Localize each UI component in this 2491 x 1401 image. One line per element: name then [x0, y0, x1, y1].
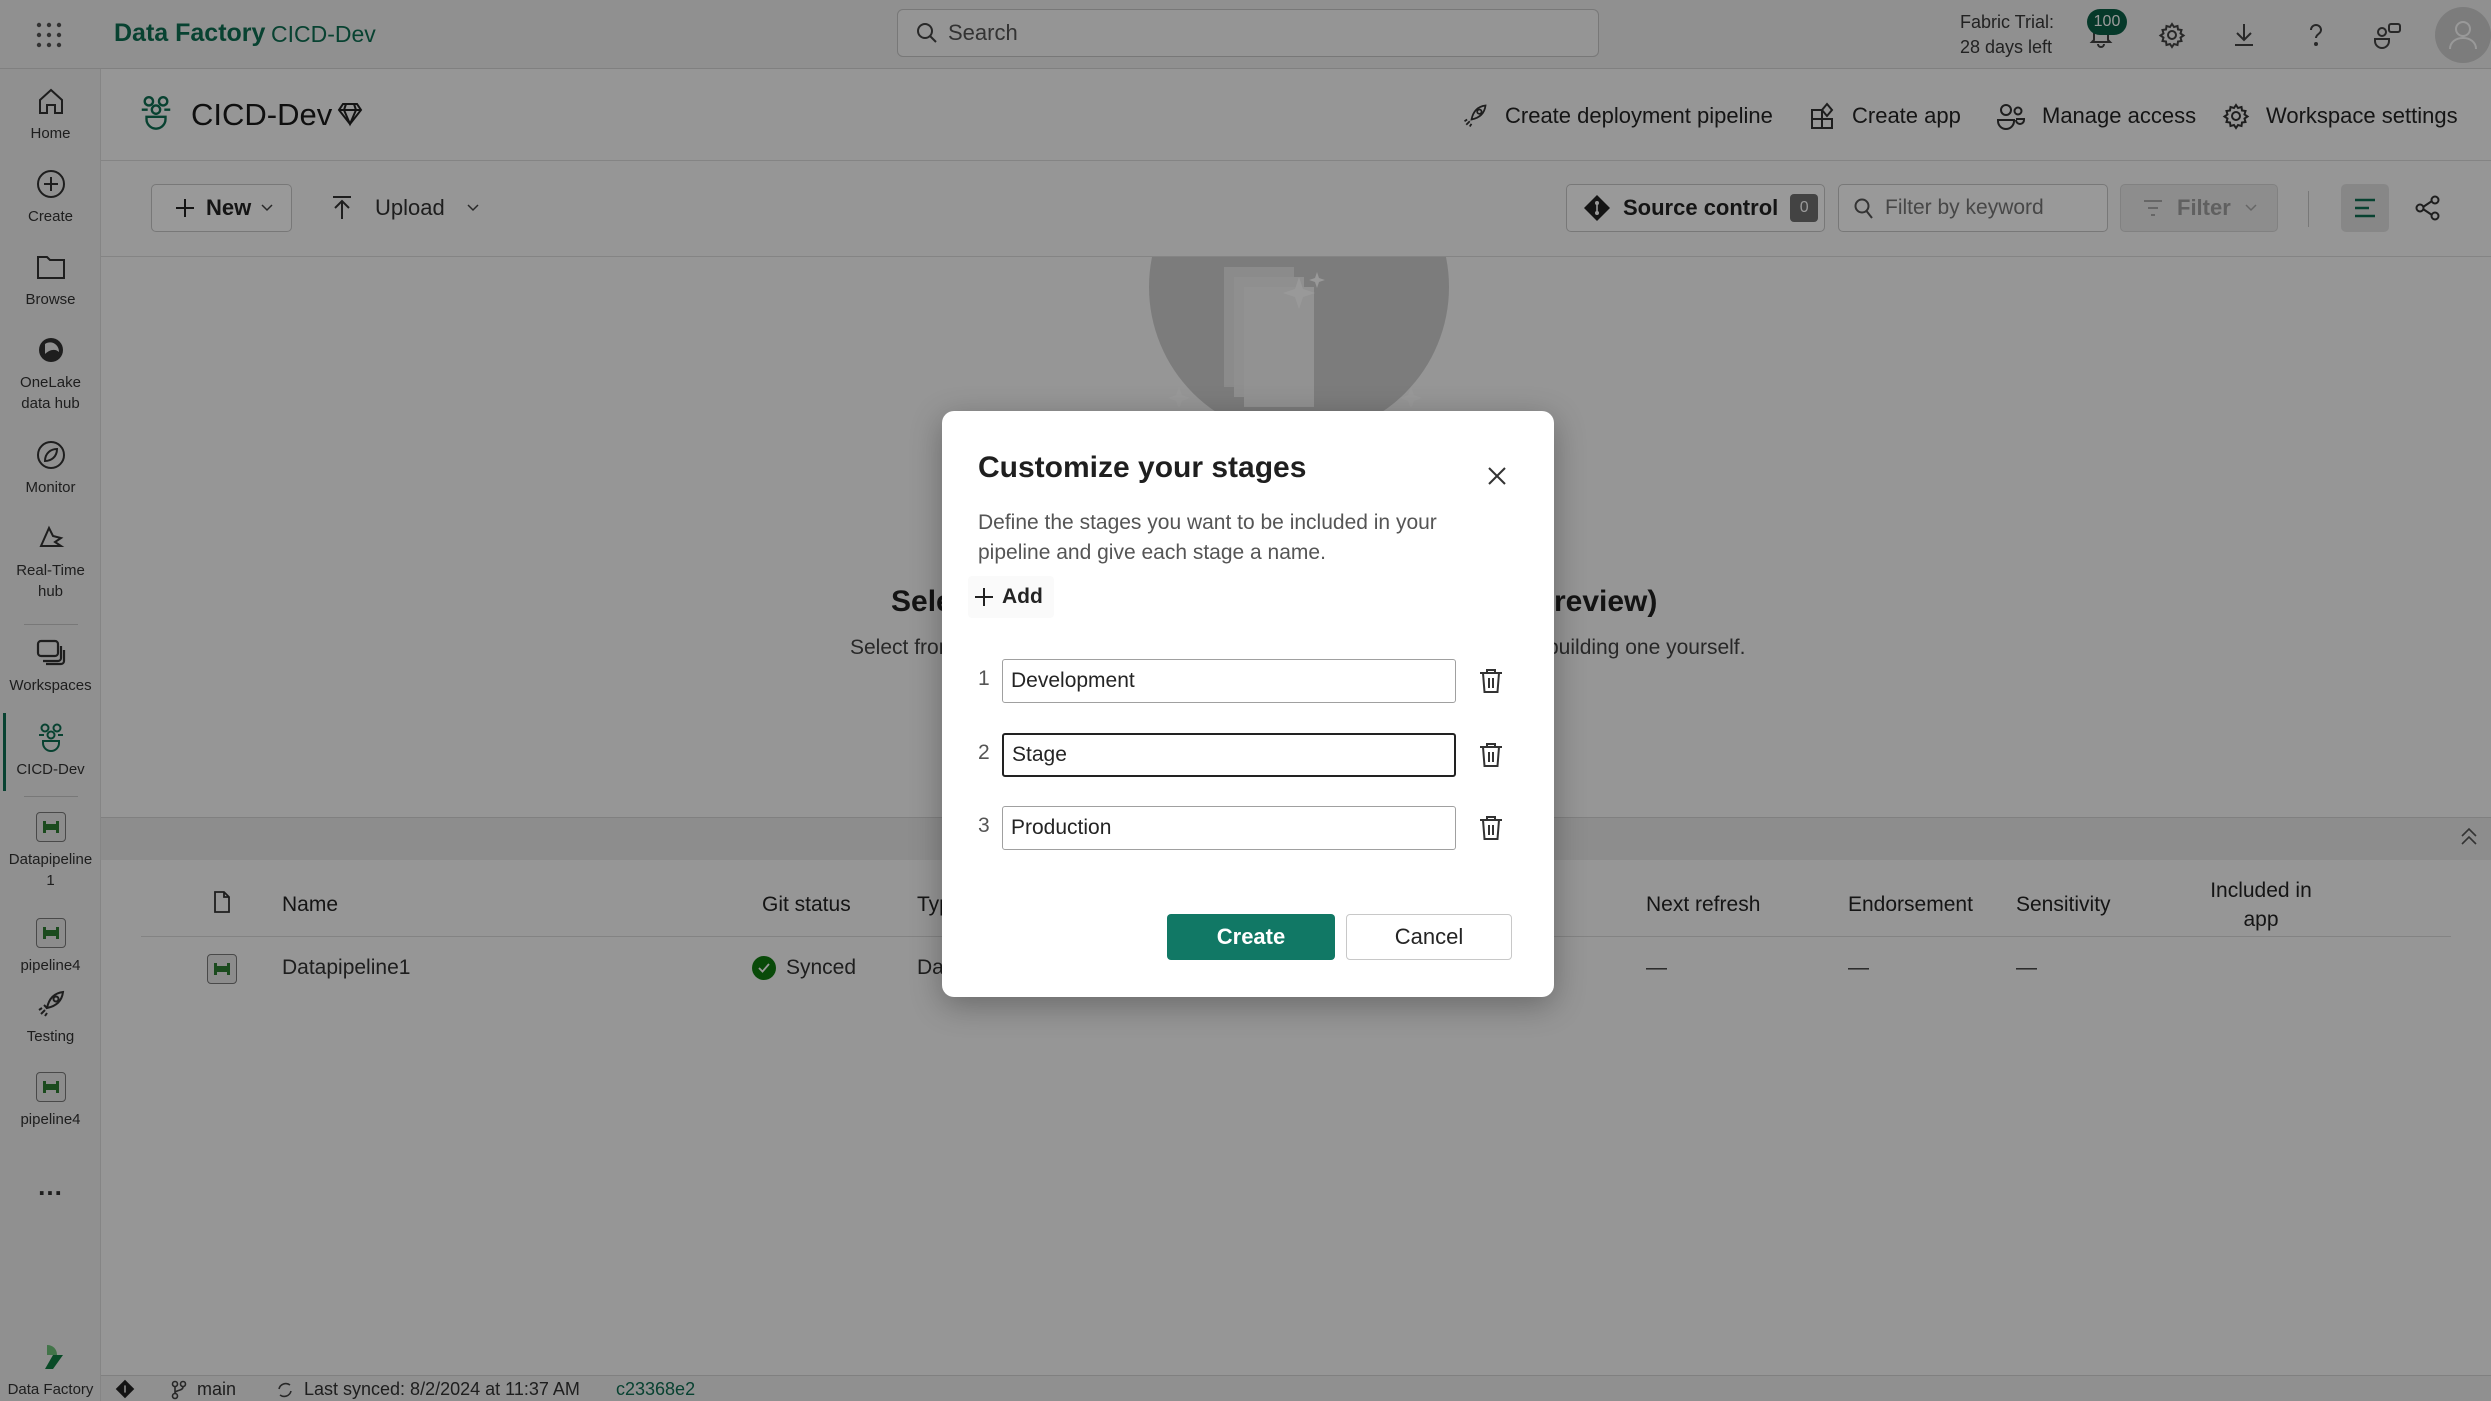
stage-row: 3	[978, 806, 1518, 850]
plus-icon	[974, 587, 994, 607]
stage-number: 2	[978, 741, 990, 764]
stage-name-input[interactable]	[1002, 659, 1456, 703]
stage-number: 3	[978, 814, 990, 837]
stage-row: 1	[978, 659, 1518, 703]
create-button[interactable]: Create	[1167, 914, 1335, 960]
stage-name-input[interactable]	[1002, 733, 1456, 777]
add-label: Add	[1002, 585, 1043, 608]
trash-icon[interactable]	[1478, 814, 1506, 844]
cancel-button[interactable]: Cancel	[1346, 914, 1512, 960]
stage-number: 1	[978, 667, 990, 690]
customize-stages-dialog: Customize your stages Define the stages …	[942, 411, 1554, 997]
dialog-description: Define the stages you want to be include…	[978, 511, 1437, 564]
add-stage-button[interactable]: Add	[968, 576, 1054, 618]
close-icon[interactable]	[1482, 461, 1512, 491]
stage-row: 2	[978, 733, 1518, 777]
dialog-title: Customize your stages	[978, 451, 1307, 484]
stage-name-input[interactable]	[1002, 806, 1456, 850]
trash-icon[interactable]	[1478, 741, 1506, 771]
trash-icon[interactable]	[1478, 667, 1506, 697]
